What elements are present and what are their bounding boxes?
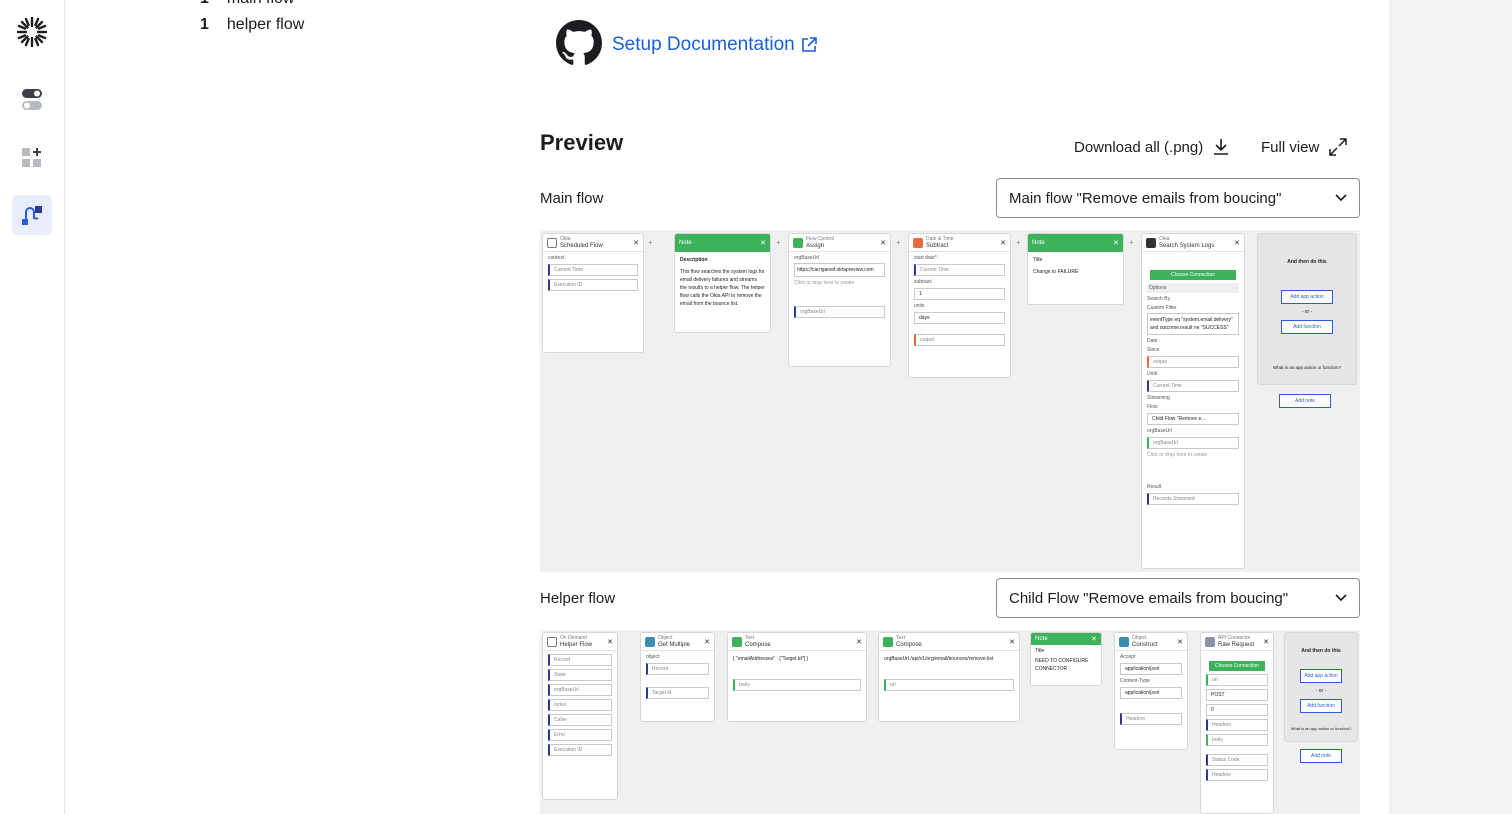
helper-flow-canvas[interactable]: On Demand Helper Flow ✕ Record State orgBa…	[540, 630, 1360, 814]
main-flow-select-value: Main flow "Remove emails from boucing"	[1009, 189, 1282, 207]
download-all-button[interactable]: Download all (.png)	[1074, 138, 1229, 156]
logo-icon[interactable]	[12, 12, 52, 52]
chevron-down-icon	[1335, 594, 1347, 602]
list-item[interactable]: 1 main flow	[200, 0, 294, 8]
scheduled-flow-card[interactable]: Okta Scheduled Flow ✕ context Current Time…	[542, 233, 644, 353]
then-panel: And then do this Add app action - or - A…	[1284, 632, 1358, 742]
note-card[interactable]: Note ✕ Description This flow searches the…	[674, 233, 771, 333]
github-icon	[556, 20, 602, 71]
setup-doc-label: Setup Documentation	[612, 34, 795, 55]
helper-flow-select-value: Child Flow "Remove emails from boucing"	[1009, 589, 1289, 607]
helper-flow-select[interactable]: Child Flow "Remove emails from boucing"	[996, 578, 1360, 618]
right-gutter	[1389, 0, 1512, 814]
main-flow-canvas[interactable]: Okta Scheduled Flow ✕ context Current Time…	[540, 230, 1360, 572]
toggle-icon[interactable]	[12, 80, 52, 120]
preview-title: Preview	[540, 130, 624, 155]
helper-flow-label: Helper flow	[540, 590, 616, 607]
flows-icon[interactable]	[12, 195, 52, 235]
external-link-icon	[801, 37, 817, 52]
item-label: main flow	[227, 0, 295, 8]
main-content: Setup Documentation Preview Download all…	[512, 0, 1389, 814]
then-panel: And then do this Add app action - or - A…	[1257, 233, 1357, 385]
note-card[interactable]: Note ✕ Title NEED TO CONFIGURE CONNECTOR	[1030, 632, 1102, 686]
download-label: Download all (.png)	[1074, 138, 1204, 156]
download-icon	[1214, 139, 1229, 155]
subtract-card[interactable]: Date & Time Subtract ✕ start date* Current…	[908, 233, 1011, 378]
add-app-action-button[interactable]: Add app action	[1281, 290, 1333, 304]
item-count: 1	[200, 16, 209, 33]
full-view-label: Full view	[1261, 138, 1320, 156]
flow-list-panel: 1 main flow 1 helper flow	[65, 0, 512, 814]
helper-flow-card[interactable]: On Demand Helper Flow ✕ Record State orgBa…	[542, 632, 618, 800]
main-flow-select[interactable]: Main flow "Remove emails from boucing"	[996, 178, 1360, 218]
compose-card[interactable]: Text Compose ✕ orgBaseUrl /api/v1/org/emai…	[878, 632, 1020, 722]
full-view-button[interactable]: Full view	[1261, 138, 1348, 156]
nav-rail	[0, 0, 65, 814]
chevron-down-icon	[1335, 194, 1347, 202]
item-count: 1	[200, 0, 209, 8]
search-system-logs-card[interactable]: Okta Search System Logs ✕ Choose Connectio…	[1141, 233, 1245, 569]
add-note-button[interactable]: Add note	[1300, 749, 1342, 763]
add-function-button[interactable]: Add function	[1300, 699, 1342, 713]
main-flow-label: Main flow	[540, 190, 604, 207]
list-item[interactable]: 1 helper flow	[200, 16, 304, 34]
expand-icon	[1329, 138, 1348, 156]
get-multiple-card[interactable]: Object Get Multiple ✕ object Record Target…	[640, 632, 715, 722]
note-card[interactable]: Note ✕ Title Change to FAILURE	[1027, 233, 1124, 305]
item-label: helper flow	[226, 16, 305, 33]
assign-card[interactable]: Flow Control Assign ✕ orgBaseUrl https://c…	[788, 233, 891, 367]
compose-card[interactable]: Text Compose ✕ { "emailAddresses" : ["Targ…	[727, 632, 867, 722]
raw-request-card[interactable]: API Connector Raw Request ✕ Choose Connect…	[1200, 632, 1274, 814]
setup-documentation-link[interactable]: Setup Documentation	[612, 34, 817, 56]
add-app-action-button[interactable]: Add app action	[1300, 669, 1342, 683]
add-note-button[interactable]: Add note	[1279, 394, 1331, 408]
add-function-button[interactable]: Add function	[1281, 320, 1333, 334]
construct-card[interactable]: Object Construct ✕ Accept application/json…	[1114, 632, 1188, 750]
add-apps-icon[interactable]	[12, 138, 52, 178]
